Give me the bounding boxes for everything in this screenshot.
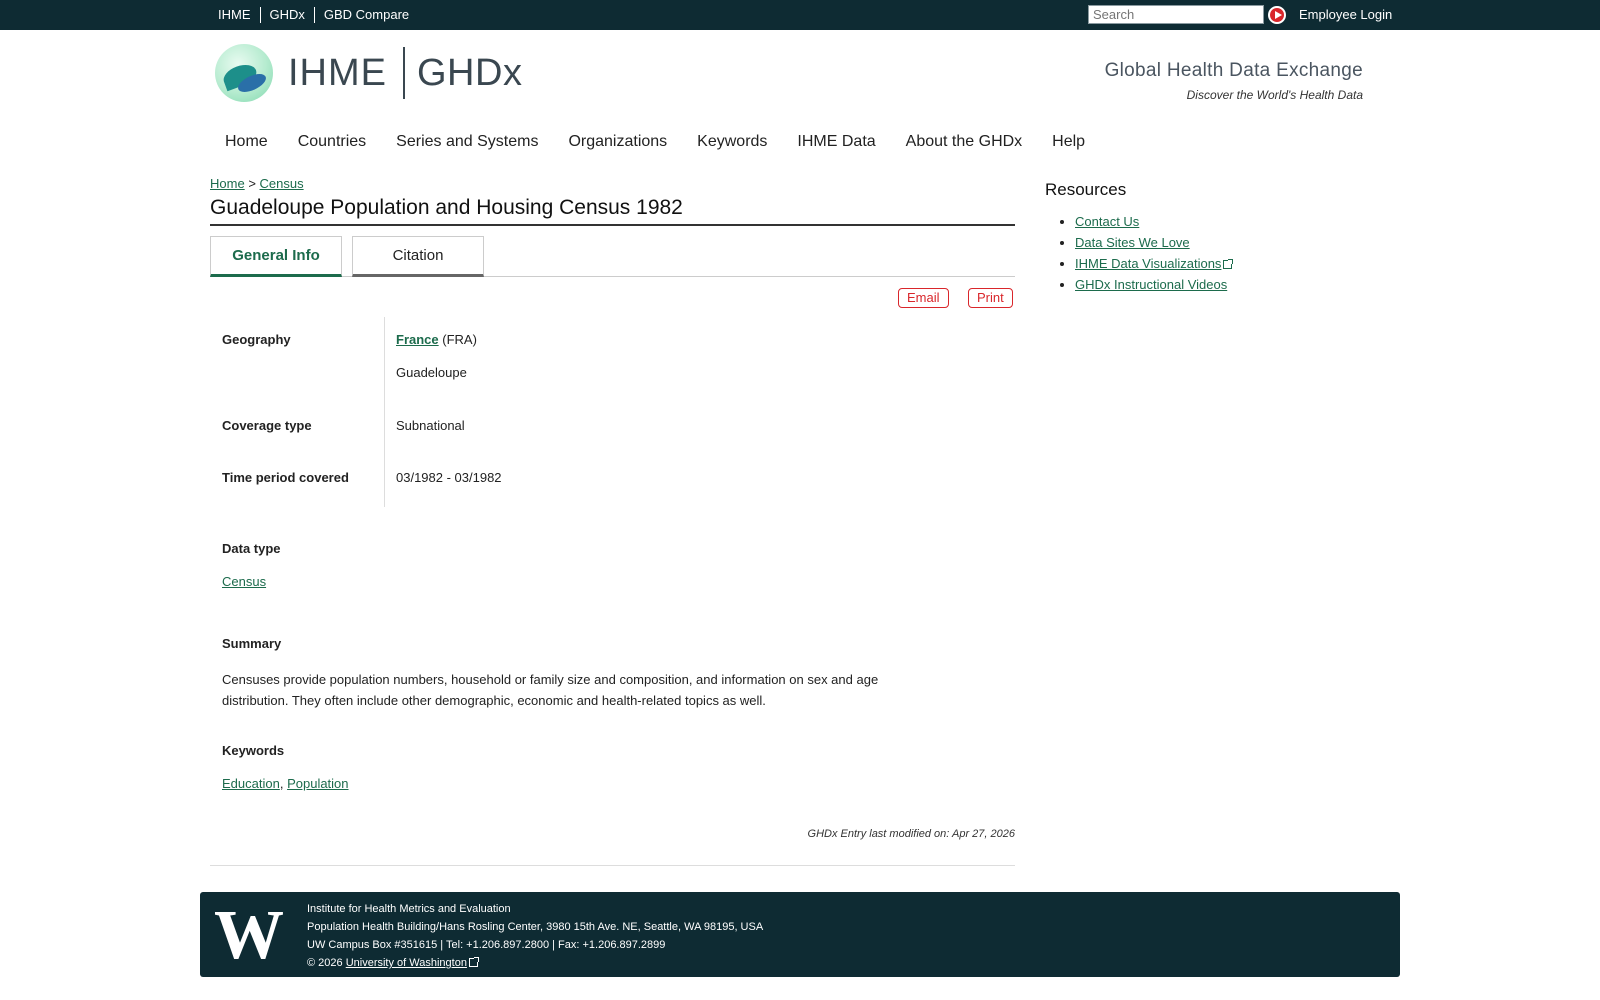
footer-address: Population Health Building/Hans Rosling … — [307, 921, 764, 933]
top-link-ihme[interactable]: IHME — [218, 7, 261, 23]
brand-ihme[interactable]: IHME — [288, 52, 387, 95]
resource-item: Contact Us — [1075, 214, 1232, 230]
nav-about[interactable]: About the GHDx — [906, 133, 1023, 151]
footer-text: Institute for Health Metrics and Evaluat… — [307, 900, 763, 972]
keywords-label: Keywords — [222, 743, 285, 758]
time-period-label: Time period covered — [222, 470, 349, 485]
top-links: IHME GHDx GBD Compare — [218, 7, 418, 23]
brand-divider — [403, 47, 405, 99]
resource-item: Data Sites We Love — [1075, 235, 1232, 251]
uw-logo[interactable]: W — [214, 901, 284, 971]
top-link-gbd-compare[interactable]: GBD Compare — [315, 7, 418, 23]
tab-citation[interactable]: Citation — [352, 236, 484, 277]
data-type-census-link[interactable]: Census — [222, 574, 266, 589]
breadcrumb-home[interactable]: Home — [210, 176, 245, 191]
ihme-logo-icon[interactable] — [215, 44, 273, 102]
nav-series-and-systems[interactable]: Series and Systems — [396, 133, 538, 151]
tab-general-info[interactable]: General Info — [210, 236, 342, 277]
nav-home[interactable]: Home — [225, 133, 268, 151]
coverage-type-value: Subnational — [396, 418, 465, 433]
footer-copyright: © 2026 — [307, 957, 343, 969]
footer-contact: UW Campus Box #351615 | Tel: +1.206.897.… — [307, 939, 666, 951]
summary-label: Summary — [222, 636, 282, 651]
nav-ihme-data[interactable]: IHME Data — [797, 133, 875, 151]
email-button[interactable]: Email — [898, 288, 949, 308]
nav-help[interactable]: Help — [1052, 133, 1085, 151]
search-submit-icon[interactable] — [1268, 6, 1286, 24]
keyword-population-link[interactable]: Population — [287, 776, 348, 791]
geography-country-link[interactable]: France — [396, 332, 439, 347]
geography-value: France (FRA) — [396, 332, 477, 347]
breadcrumb-census[interactable]: Census — [260, 176, 304, 191]
brand-ghdx[interactable]: GHDx — [417, 52, 522, 95]
geography-label: Geography — [222, 332, 291, 347]
tab-bar: General Info Citation — [210, 236, 1015, 277]
search-input[interactable] — [1088, 5, 1264, 24]
last-modified: GHDx Entry last modified on: Apr 27, 202… — [807, 828, 1015, 840]
resource-item: IHME Data Visualizations — [1075, 256, 1234, 272]
employee-login-link[interactable]: Employee Login — [1299, 7, 1392, 22]
keyword-education-link[interactable]: Education — [222, 776, 280, 791]
resource-data-sites[interactable]: Data Sites We Love — [1075, 235, 1190, 250]
footer-copyright-line: © 2026 University of Washington — [307, 954, 763, 972]
breadcrumb-separator: > — [248, 176, 256, 191]
tagline: Global Health Data Exchange Discover the… — [1105, 60, 1363, 102]
top-link-ghdx[interactable]: GHDx — [261, 7, 315, 23]
data-type-label: Data type — [222, 541, 281, 556]
main-nav: Home Countries Series and Systems Organi… — [225, 133, 1115, 151]
nav-keywords[interactable]: Keywords — [697, 133, 767, 151]
page-title: Guadeloupe Population and Housing Census… — [210, 196, 1015, 226]
content-divider — [210, 865, 1015, 866]
footer-uw-link[interactable]: University of Washington — [346, 957, 467, 969]
print-button[interactable]: Print — [968, 288, 1013, 308]
external-link-icon — [468, 957, 479, 967]
field-divider — [384, 317, 385, 507]
resource-contact-us[interactable]: Contact Us — [1075, 214, 1139, 229]
geography-subnational: Guadeloupe — [396, 365, 467, 380]
resource-item: GHDx Instructional Videos — [1075, 277, 1232, 293]
summary-text: Censuses provide population numbers, hou… — [222, 672, 879, 708]
coverage-type-label: Coverage type — [222, 418, 312, 433]
tagline-title: Global Health Data Exchange — [1104, 60, 1363, 81]
keywords-value: Education, Population — [222, 776, 349, 791]
tagline-subtitle: Discover the World's Health Data — [1186, 88, 1363, 102]
resources-list: Contact Us Data Sites We Love IHME Data … — [1075, 214, 1234, 298]
time-period-value: 03/1982 - 03/1982 — [396, 470, 502, 485]
keyword-separator: , — [279, 776, 284, 791]
resource-ihme-viz[interactable]: IHME Data Visualizations — [1075, 256, 1221, 271]
footer: W Institute for Health Metrics and Evalu… — [200, 892, 1400, 977]
geography-code: (FRA) — [442, 332, 477, 347]
breadcrumb: Home > Census — [210, 176, 304, 191]
resource-ghdx-videos[interactable]: GHDx Instructional Videos — [1075, 277, 1227, 292]
nav-countries[interactable]: Countries — [298, 133, 366, 151]
footer-org: Institute for Health Metrics and Evaluat… — [307, 903, 511, 915]
data-type-value: Census — [222, 574, 266, 589]
top-bar: IHME GHDx GBD Compare Employee Login — [0, 0, 1600, 30]
resources-title: Resources — [1045, 180, 1127, 199]
external-link-icon — [1223, 259, 1234, 269]
nav-organizations[interactable]: Organizations — [568, 133, 667, 151]
